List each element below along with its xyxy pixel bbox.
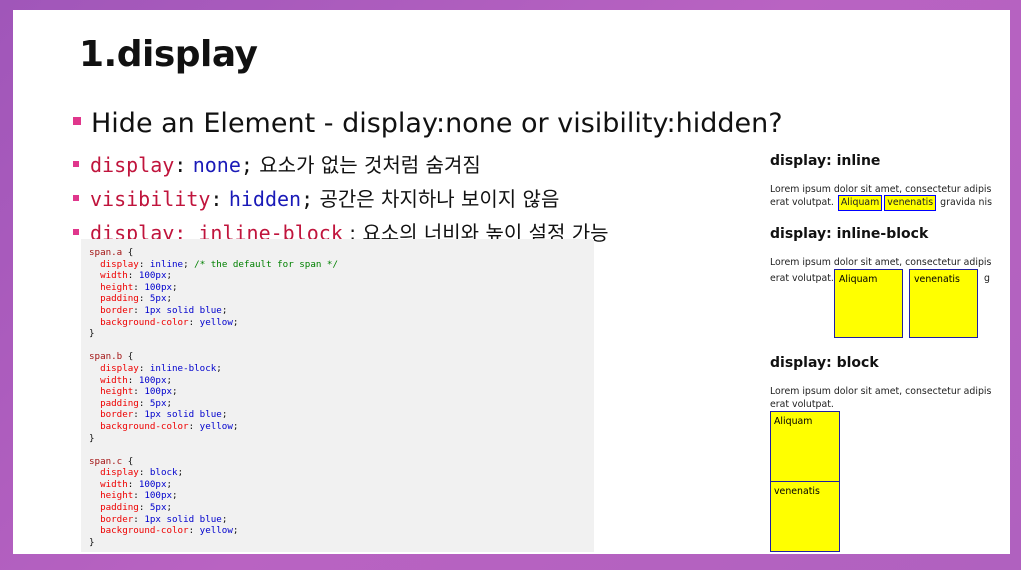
demo-inline-post: gravida nis	[940, 197, 992, 208]
demo-inline-block-box: Aliquam	[834, 269, 903, 338]
code-prop: padding	[100, 293, 139, 305]
slide-title: 1.display	[79, 34, 258, 75]
code-selector: span.c	[89, 455, 123, 467]
code-val: inline	[149, 258, 184, 270]
code-val: yellow	[199, 420, 233, 432]
sub-bullet-display-none: display: none; 요소가 없는 것처럼 숨겨짐	[73, 149, 481, 178]
demo-inline-pre: erat volutpat.	[770, 197, 834, 208]
demo-inline-block-pre: erat volutpat.	[770, 273, 834, 284]
code-prop: width	[100, 374, 128, 386]
code-selector: span.b	[89, 351, 123, 363]
main-bullet: Hide an Element - display:none or visibi…	[73, 108, 783, 139]
code-val: 100px	[138, 270, 167, 282]
code-val: 1px solid blue	[144, 409, 222, 421]
code-prop: display	[100, 467, 139, 479]
code-val: 5px	[149, 293, 167, 305]
code-val: 100px	[138, 374, 167, 386]
bullet-prop: visibility	[90, 187, 211, 211]
code-val: 100px	[144, 281, 173, 293]
main-bullet-text: Hide an Element - display:none or visibi…	[91, 108, 783, 139]
bullet-colon: :	[174, 153, 187, 177]
demo-inline-block-post: g	[984, 273, 990, 284]
demo-heading-block: display: block	[770, 355, 879, 371]
bullet-square-icon	[73, 116, 81, 125]
bullet-value: none	[192, 153, 241, 177]
code-val: 5px	[149, 397, 167, 409]
bullet-semicolon: ;	[301, 187, 314, 211]
demo-inline-block-box: venenatis	[909, 269, 978, 338]
sub-bullet-visibility-hidden: visibility: hidden; 공간은 차지하나 보이지 않음	[73, 183, 559, 212]
demo-heading-inline: display: inline	[770, 153, 881, 169]
code-prop: width	[100, 478, 128, 490]
code-prop: height	[100, 490, 134, 502]
code-val: 100px	[144, 490, 173, 502]
demo-inline-line2: erat volutpat. Aliquam venenatis gravida …	[770, 195, 992, 211]
code-prop: background-color	[100, 420, 189, 432]
code-val: inline-block	[149, 362, 217, 374]
bullet-square-icon	[73, 160, 79, 167]
bullet-desc: 공간은 차지하나 보이지 않음	[319, 187, 560, 211]
code-prop: height	[100, 386, 134, 398]
bullet-semicolon: ;	[240, 153, 253, 177]
code-prop: border	[100, 409, 134, 421]
code-prop: padding	[100, 397, 139, 409]
code-prop: padding	[100, 502, 139, 514]
code-prop: width	[100, 270, 128, 282]
code-val: block	[149, 467, 178, 479]
bullet-desc: 요소가 없는 것처럼 숨겨짐	[259, 153, 481, 177]
code-val: yellow	[199, 525, 233, 537]
code-prop: display	[100, 362, 139, 374]
bullet-prop: display	[90, 153, 175, 177]
code-prop: background-color	[100, 525, 189, 537]
code-val: yellow	[199, 316, 233, 328]
code-prop: display	[100, 258, 139, 270]
slide: 1.display Hide an Element - display:none…	[13, 10, 1010, 554]
bullet-square-icon	[73, 194, 79, 201]
code-val: 1px solid blue	[144, 513, 222, 525]
code-comment: /* the default for span */	[194, 258, 338, 270]
code-prop: background-color	[100, 316, 189, 328]
code-prop: border	[100, 304, 134, 316]
code-selector: span.a	[89, 247, 123, 258]
code-prop: height	[100, 281, 134, 293]
code-val: 100px	[138, 478, 167, 490]
bullet-value: hidden	[228, 187, 302, 211]
code-val: 5px	[149, 502, 167, 514]
demo-inline-box: Aliquam	[837, 195, 883, 211]
demo-block-box: Aliquam	[770, 411, 840, 482]
bullet-colon: :	[210, 187, 223, 211]
code-prop: border	[100, 513, 134, 525]
demo-heading-inline-block: display: inline-block	[770, 226, 929, 242]
css-code-block: span.a { display: inline; /* the default…	[81, 239, 594, 552]
bullet-square-icon	[73, 228, 79, 235]
demo-inline-box: venenatis	[884, 195, 937, 211]
demo-block-box: venenatis	[770, 481, 840, 552]
code-val: 1px solid blue	[144, 304, 222, 316]
code-val: 100px	[144, 386, 173, 398]
